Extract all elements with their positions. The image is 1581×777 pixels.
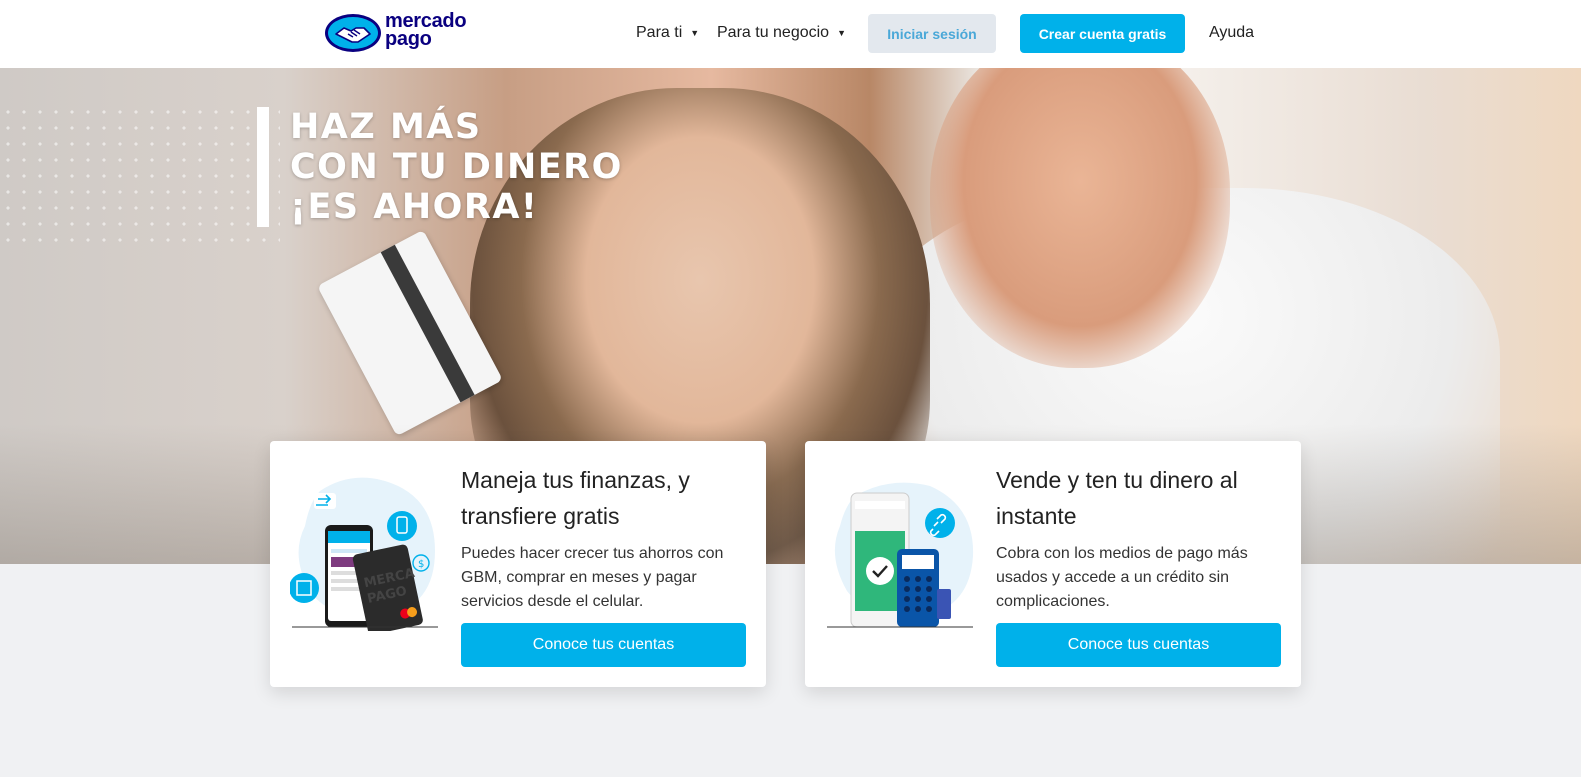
create-account-button[interactable]: Crear cuenta gratis <box>1020 14 1185 53</box>
point-of-sale-illustration <box>827 482 974 628</box>
hero-title-line-3: ¡ES AHORA! <box>290 187 539 227</box>
card-vende: Vende y ten tu dinero al instante Cobra … <box>805 441 1301 687</box>
logo-line-2: pago <box>385 28 432 50</box>
dot-pattern <box>0 104 280 254</box>
nav-para-tu-negocio[interactable]: Para tu negocio ▼ <box>717 24 846 42</box>
conoce-tus-cuentas-button[interactable]: Conoce tus cuentas <box>461 623 746 667</box>
hero-banner <box>0 68 1581 564</box>
help-link[interactable]: Ayuda <box>1209 24 1254 42</box>
svg-text:$: $ <box>418 559 424 570</box>
handshake-icon <box>325 14 381 52</box>
logo-text: mercado pago <box>385 11 467 50</box>
conoce-tus-cuentas-button[interactable]: Conoce tus cuentas <box>996 623 1281 667</box>
card-body: Cobra con los medios de pago más usados … <box>996 545 1248 610</box>
hero-shade <box>0 424 1581 564</box>
phone-and-card-illustration: $ MERCA PAGO <box>290 477 438 631</box>
mercado-pago-logo[interactable]: mercado pago <box>325 11 475 56</box>
caret-down-icon: ▼ <box>837 28 846 38</box>
card-body: Puedes hacer crecer tus ahorros con GBM,… <box>461 545 724 610</box>
nav-label: Para tu negocio <box>717 24 830 41</box>
hero-title: HAZ MÁS CON TU DINERO ¡ES AHORA! <box>257 107 623 227</box>
nav-label: Para ti <box>636 24 683 41</box>
caret-down-icon: ▼ <box>690 28 700 38</box>
card-finanzas: $ MERCA PAGO Maneja tus finanzas, y tran… <box>270 441 766 687</box>
hero-title-line-2: CON TU DINERO <box>290 147 623 187</box>
card-title: Vende y ten tu dinero al instante <box>996 467 1238 529</box>
header: mercado pago Para ti ▼ Para tu negocio ▼… <box>0 0 1581 68</box>
login-button[interactable]: Iniciar sesión <box>868 14 996 53</box>
hero-photo-man-face <box>930 68 1230 368</box>
nav-para-ti[interactable]: Para ti ▼ <box>636 24 699 42</box>
hero-title-line-1: HAZ MÁS <box>290 107 482 147</box>
card-title: Maneja tus finanzas, y transfiere gratis <box>461 467 690 529</box>
